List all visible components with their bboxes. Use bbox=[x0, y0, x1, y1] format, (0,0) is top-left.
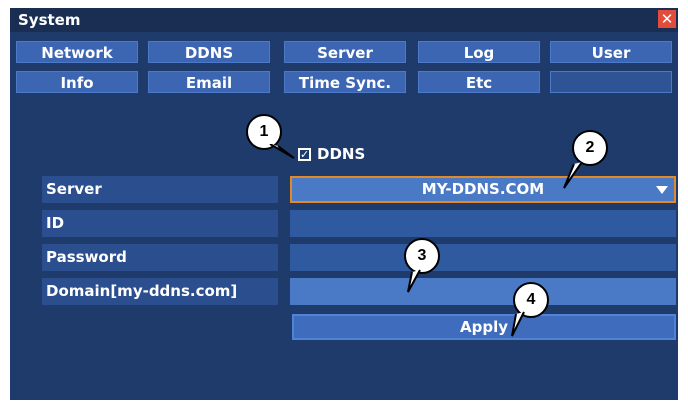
ddns-checkbox-label: DDNS bbox=[317, 145, 366, 163]
ddns-checkbox[interactable]: ✓ bbox=[298, 148, 311, 161]
tab-ddns[interactable]: DDNS bbox=[148, 41, 270, 63]
tab-user[interactable]: User bbox=[550, 41, 672, 63]
password-input[interactable] bbox=[290, 244, 676, 271]
tab-empty bbox=[550, 71, 672, 93]
title-bar: System ✕ bbox=[10, 8, 678, 32]
chevron-down-icon bbox=[656, 186, 668, 194]
callout-3-pointer bbox=[407, 269, 421, 293]
tab-log[interactable]: Log bbox=[418, 41, 540, 63]
domain-label: Domain[my-ddns.com] bbox=[42, 278, 278, 305]
domain-input[interactable] bbox=[290, 278, 676, 305]
callout-1-pointer bbox=[269, 144, 295, 159]
close-icon[interactable]: ✕ bbox=[658, 10, 676, 28]
server-label: Server bbox=[42, 176, 278, 203]
password-label: Password bbox=[42, 244, 278, 271]
id-input[interactable] bbox=[290, 210, 676, 237]
tab-server[interactable]: Server bbox=[284, 41, 406, 63]
tab-etc[interactable]: Etc bbox=[418, 71, 540, 93]
server-value: MY-DDNS.COM bbox=[421, 180, 545, 198]
window-title: System bbox=[18, 11, 81, 29]
server-dropdown[interactable]: MY-DDNS.COM bbox=[290, 176, 676, 203]
tab-time-sync[interactable]: Time Sync. bbox=[284, 71, 406, 93]
system-window: System ✕ Network DDNS Server Log User In… bbox=[10, 8, 678, 400]
id-label: ID bbox=[42, 210, 278, 237]
callout-4-pointer bbox=[511, 311, 525, 337]
apply-button[interactable]: Apply bbox=[292, 314, 676, 340]
tab-info[interactable]: Info bbox=[16, 71, 138, 93]
tab-email[interactable]: Email bbox=[148, 71, 270, 93]
tab-network[interactable]: Network bbox=[16, 41, 138, 63]
callout-2-pointer bbox=[563, 161, 583, 189]
